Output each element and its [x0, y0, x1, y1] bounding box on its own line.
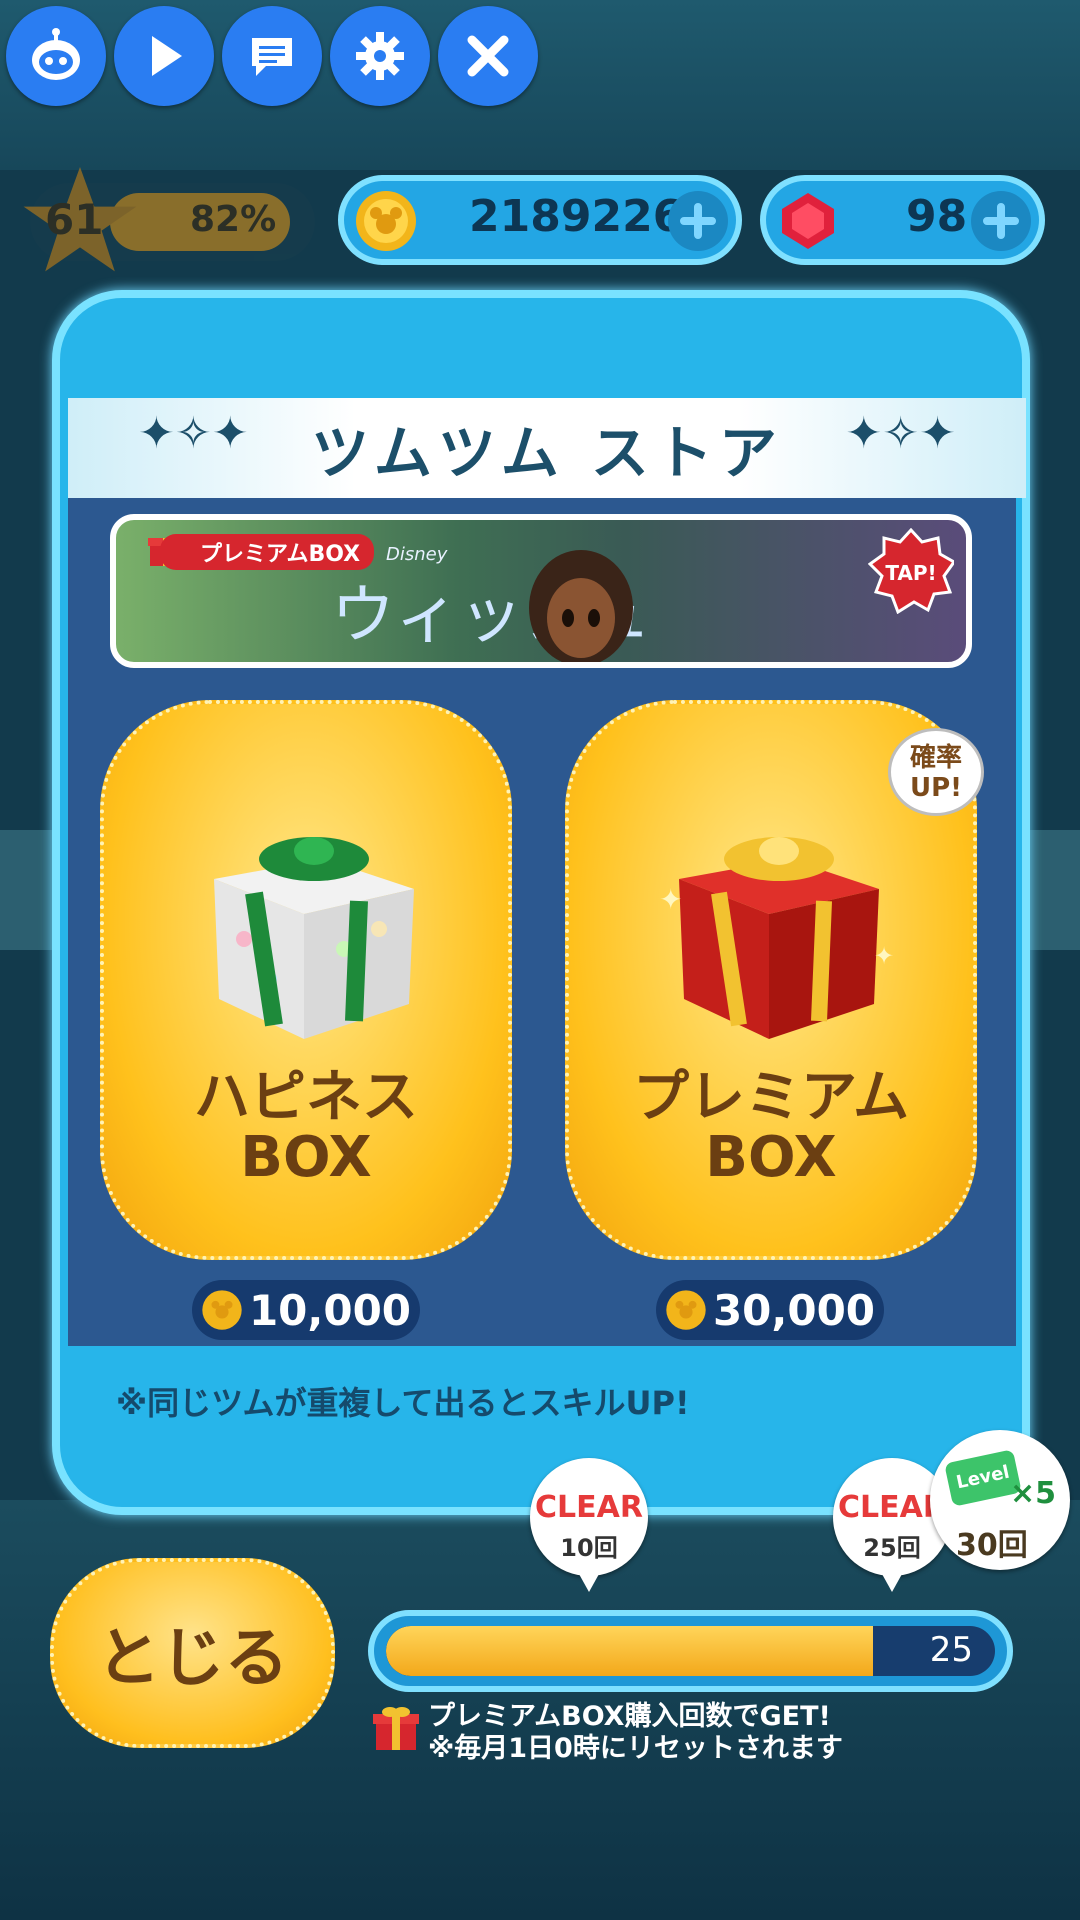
- probability-up-badge: 確率 UP!: [888, 728, 984, 816]
- settings-button[interactable]: [330, 6, 430, 106]
- milestone-label: CLEAR: [535, 1490, 643, 1525]
- box-name-line2: BOX: [705, 1125, 837, 1190]
- box-name-line1: プレミアム: [632, 1065, 910, 1130]
- close-button[interactable]: とじる: [50, 1558, 335, 1748]
- badge-line1: 確率: [909, 743, 962, 773]
- close-icon: [467, 35, 509, 77]
- level-indicator: 61 82%: [23, 167, 315, 272]
- progress-track: 25: [386, 1626, 995, 1676]
- milestone-count: 25回: [863, 1534, 921, 1562]
- sparkle-icon: ✦✧✦: [845, 408, 956, 459]
- promo-brand: Disney: [386, 544, 448, 565]
- gift-icon: [373, 1707, 419, 1750]
- gem-counter: 98: [760, 175, 1045, 265]
- close-overlay-button[interactable]: [438, 6, 538, 106]
- coin-counter: 2189226: [338, 175, 742, 265]
- store-title: ツムツム ストア: [311, 419, 783, 487]
- milestone-10-bubble: CLEAR 10回: [530, 1458, 648, 1592]
- milestone-30-reward: Level ×5 30回: [930, 1430, 1070, 1570]
- price-value: 30,000: [712, 1285, 876, 1335]
- character-face-icon: [529, 550, 633, 662]
- gem-amount: 98: [906, 191, 968, 242]
- purchase-progress-bar: 25: [368, 1610, 1013, 1692]
- add-gems-button[interactable]: [971, 191, 1031, 251]
- happiness-box-price: 10,000: [192, 1280, 420, 1340]
- progress-value: 25: [929, 1630, 973, 1670]
- coin-icon: [202, 1290, 242, 1330]
- play-button[interactable]: [114, 6, 214, 106]
- overlay-toolbar: [6, 6, 538, 106]
- reward-info-line2: ※毎月1日0時にリセットされます: [428, 1733, 843, 1764]
- level-number: 61: [45, 195, 104, 244]
- reward-count: 30回: [956, 1528, 1028, 1563]
- play-icon: [152, 36, 182, 76]
- promo-banner[interactable]: プレミアムBOX Disney ウィッシュ TAP!: [110, 514, 972, 668]
- progress-fill: [386, 1626, 874, 1676]
- coin-icon: [356, 191, 416, 251]
- svg-text:✦: ✦: [659, 883, 682, 916]
- level-percent: 82%: [190, 199, 277, 240]
- coin-amount: 2189226: [469, 191, 684, 242]
- reward-multiplier: ×5: [1010, 1476, 1057, 1511]
- chat-icon: [252, 38, 292, 76]
- store-header: ✦✧✦ ツムツム ストア ✦✧✦: [68, 398, 1026, 498]
- happiness-box-button[interactable]: ハピネス BOX: [100, 700, 512, 1260]
- svg-text:✦: ✦: [874, 942, 894, 970]
- premium-box-price: 30,000: [656, 1280, 884, 1340]
- robot-icon: [32, 28, 80, 80]
- gem-icon: [782, 193, 834, 249]
- box-name-line1: ハピネス: [194, 1065, 418, 1130]
- tap-badge: TAP!: [868, 528, 954, 614]
- plus-icon: [983, 203, 1019, 239]
- milestone-count: 10回: [560, 1534, 618, 1562]
- gift-box-white-icon: [214, 837, 414, 1039]
- sparkle-icon: ✦✧✦: [138, 408, 249, 459]
- gift-box-red-icon: ✦ ✦: [659, 837, 894, 1039]
- tap-label: TAP!: [885, 561, 936, 585]
- price-value: 10,000: [248, 1285, 412, 1335]
- skill-up-note: ※同じツムが重複して出るとスキルUP!: [116, 1384, 690, 1422]
- add-coins-button[interactable]: [668, 191, 728, 251]
- robot-button[interactable]: [6, 6, 106, 106]
- plus-icon: [680, 203, 716, 239]
- close-label: とじる: [96, 1622, 289, 1696]
- box-name-line2: BOX: [240, 1125, 372, 1190]
- chat-button[interactable]: [222, 6, 322, 106]
- badge-line2: UP!: [909, 773, 963, 803]
- coin-icon: [666, 1290, 706, 1330]
- gear-icon: [356, 32, 404, 80]
